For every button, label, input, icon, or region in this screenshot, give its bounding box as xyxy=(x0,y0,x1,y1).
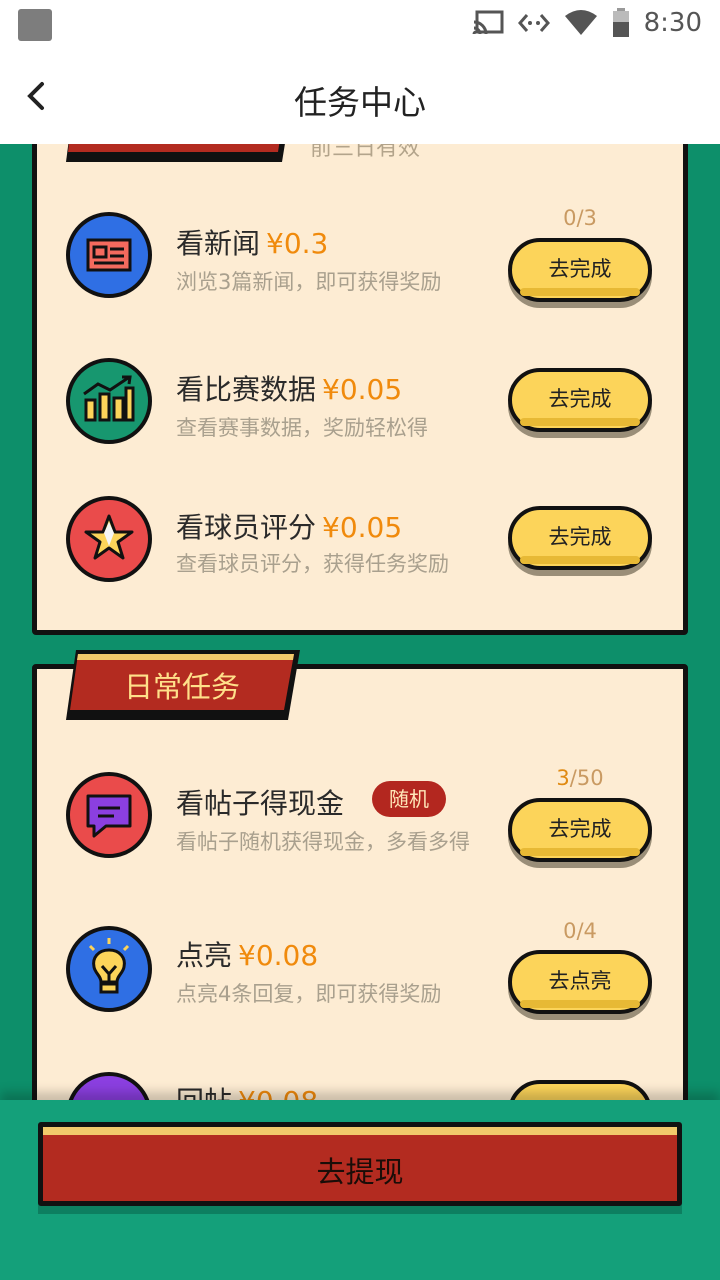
task-title: 看球员评分 ¥0.05 xyxy=(176,506,402,546)
task-desc: 看帖子随机获得现金，多看多得 xyxy=(176,830,470,854)
progress-total: /50 xyxy=(569,766,604,790)
task-title-text: 看球员评分 xyxy=(176,511,317,544)
withdraw-label: 去提现 xyxy=(316,1155,404,1189)
chart-icon xyxy=(66,358,152,444)
task-progress: 3/50 xyxy=(508,766,652,790)
task-title: 点亮 ¥0.08 xyxy=(176,934,318,974)
cast-icon xyxy=(472,10,504,35)
wifi-icon xyxy=(564,10,597,35)
task-progress: 0/3 xyxy=(563,206,597,230)
top-note: 前三日有效 xyxy=(310,136,421,161)
task-desc: 查看赛事数据，奖励轻松得 xyxy=(176,416,428,440)
task-title-text: 看比赛数据 xyxy=(176,373,317,406)
newspaper-icon xyxy=(66,212,152,298)
data-sync-icon xyxy=(517,14,550,32)
status-bar: 8:30 xyxy=(0,0,720,48)
complete-button-label: 去完成 xyxy=(548,817,612,841)
message-icon xyxy=(66,772,152,858)
task-reward: ¥0.05 xyxy=(322,511,403,544)
task-title: 看新闻 ¥0.3 xyxy=(176,222,328,262)
complete-button-label: 去完成 xyxy=(548,387,612,411)
task-title-text: 点亮 xyxy=(176,939,233,972)
battery-icon xyxy=(612,8,629,37)
complete-button[interactable]: 去完成 xyxy=(508,368,652,432)
task-reward: ¥0.05 xyxy=(322,373,403,406)
status-icons: 8:30 xyxy=(472,8,702,38)
task-reward: ¥0.3 xyxy=(266,227,329,260)
task-desc: 查看球员评分，获得任务奖励 xyxy=(176,552,449,576)
task-reward: ¥0.08 xyxy=(238,939,319,972)
progress-done: 3 xyxy=(556,766,570,790)
status-time: 8:30 xyxy=(643,8,702,38)
withdraw-button[interactable]: 去提现 xyxy=(38,1122,682,1206)
random-tag: 随机 xyxy=(372,781,446,817)
task-title: 看比赛数据 ¥0.05 xyxy=(176,368,402,408)
dianliang-button-label: 去点亮 xyxy=(548,969,612,993)
complete-button-label: 去完成 xyxy=(548,525,612,549)
complete-button[interactable]: 去完成 xyxy=(508,238,652,302)
complete-button[interactable]: 去完成 xyxy=(508,506,652,570)
task-desc: 点亮4条回复，即可获得奖励 xyxy=(176,982,442,1006)
dianliang-button[interactable]: 去点亮 xyxy=(508,950,652,1014)
task-title: 看帖子得现金 xyxy=(176,787,345,820)
task-desc: 浏览3篇新闻，即可获得奖励 xyxy=(176,270,442,294)
task-progress: 0/4 xyxy=(563,919,597,943)
lightbulb-icon xyxy=(66,926,152,1012)
star-icon xyxy=(66,496,152,582)
section-banner-top xyxy=(66,100,292,162)
task-title-text: 看新闻 xyxy=(176,227,261,260)
complete-button[interactable]: 去完成 xyxy=(508,798,652,862)
complete-button-label: 去完成 xyxy=(548,257,612,281)
daily-task-label: 日常任务 xyxy=(124,670,241,704)
app-notification-icon xyxy=(18,9,52,41)
